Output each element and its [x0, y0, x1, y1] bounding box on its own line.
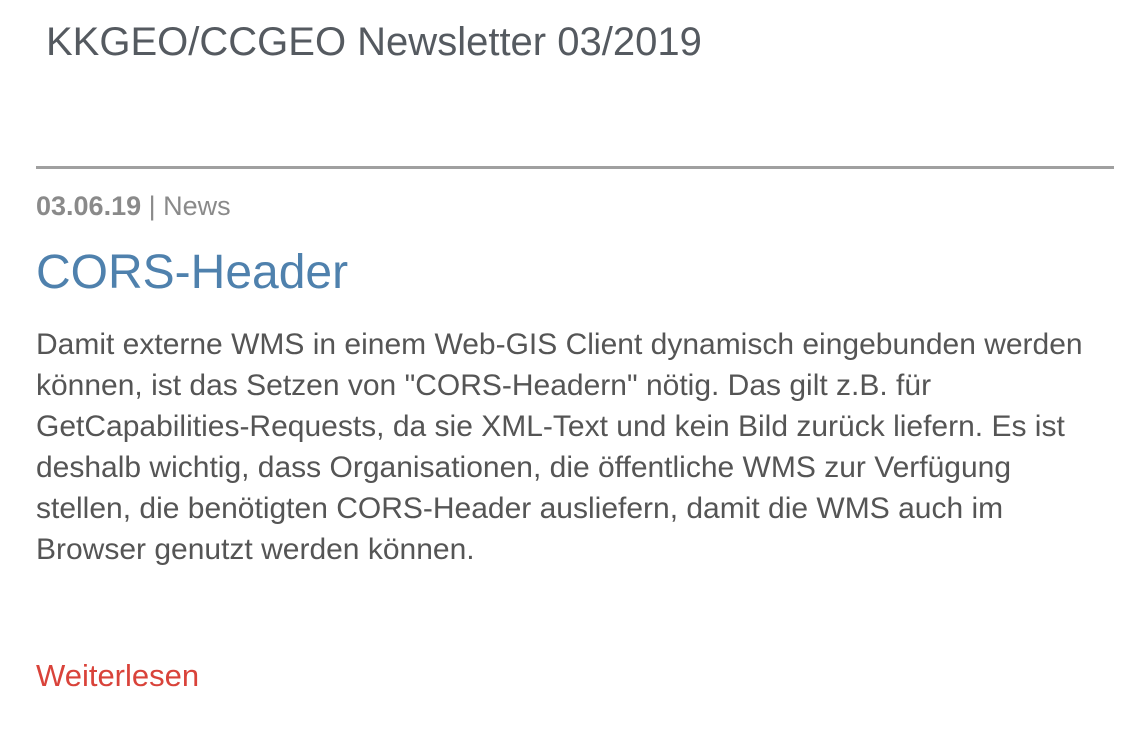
- article-meta: 03.06.19 | News: [36, 190, 231, 222]
- article-body: Damit externe WMS in einem Web-GIS Clien…: [36, 328, 1083, 566]
- divider: [36, 166, 1114, 169]
- article-date: 03.06.19: [36, 191, 142, 221]
- article-category: News: [163, 191, 231, 221]
- meta-separator: |: [141, 191, 164, 221]
- read-more-link[interactable]: Weiterlesen: [36, 656, 199, 696]
- newsletter-title: KKGEO/CCGEO Newsletter 03/2019: [46, 20, 702, 64]
- article-title: CORS-Header: [36, 246, 349, 299]
